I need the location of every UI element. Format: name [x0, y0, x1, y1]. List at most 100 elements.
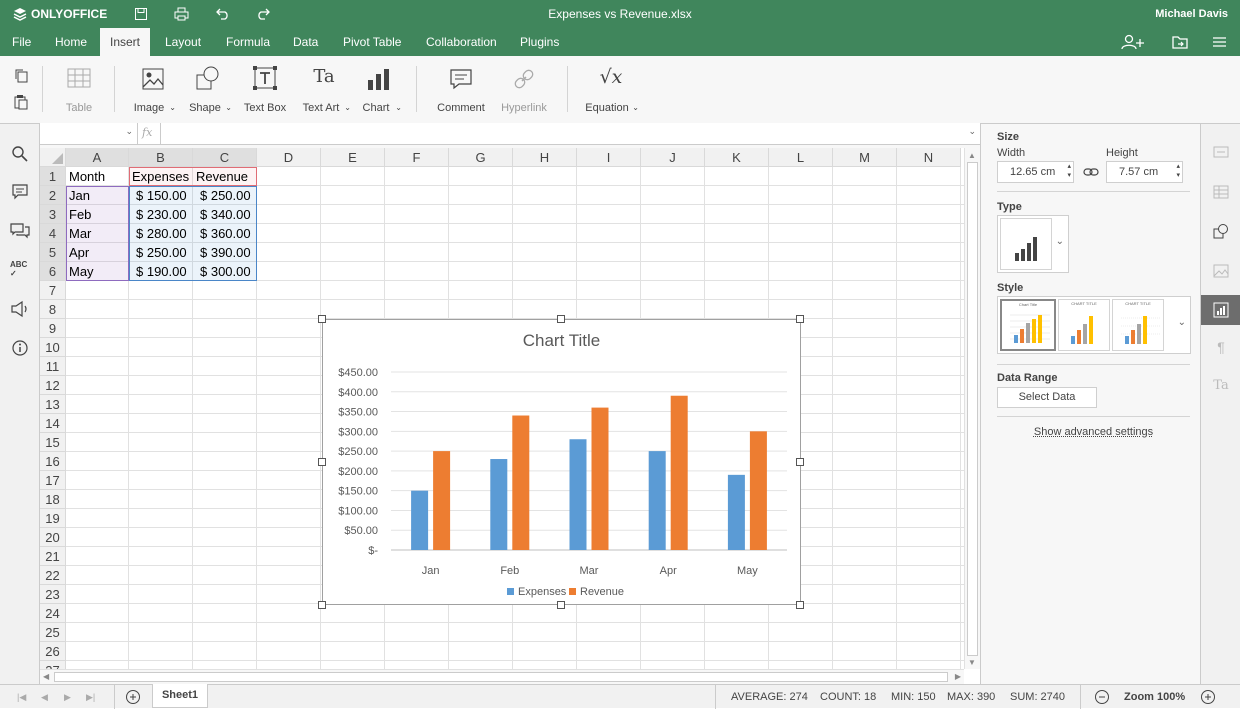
chevron-down-icon[interactable]: ⌄: [125, 126, 133, 137]
chart-resize-handle-nw[interactable]: [318, 315, 326, 323]
search-icon[interactable]: [10, 144, 30, 164]
column-header[interactable]: C: [193, 148, 257, 167]
row-header[interactable]: 14: [40, 414, 66, 433]
row-header[interactable]: 18: [40, 490, 66, 509]
feedback-icon[interactable]: [10, 299, 30, 319]
vertical-scroll-thumb[interactable]: [967, 162, 978, 656]
cell[interactable]: Expenses: [130, 167, 192, 186]
horizontal-scrollbar[interactable]: ◀ ▶: [40, 669, 964, 684]
insert-shape-button[interactable]: Shape ⌄: [184, 64, 234, 114]
sheet-tab[interactable]: Sheet1: [152, 684, 208, 708]
formula-input[interactable]: ⌄: [160, 123, 980, 145]
paragraph-settings-icon[interactable]: ¶: [1211, 339, 1231, 359]
spin-down-icon[interactable]: ▾: [1067, 171, 1071, 181]
row-header[interactable]: 8: [40, 300, 66, 319]
user-name[interactable]: Michael Davis: [1155, 8, 1228, 20]
chart-resize-handle-n[interactable]: [557, 315, 565, 323]
row-header[interactable]: 23: [40, 585, 66, 604]
zoom-in-icon[interactable]: [1200, 689, 1216, 705]
row-header[interactable]: 15: [40, 433, 66, 452]
row-header[interactable]: 9: [40, 319, 66, 338]
chart-resize-handle-ne[interactable]: [796, 315, 804, 323]
insert-comment-button[interactable]: Comment: [434, 64, 488, 114]
scroll-up-icon[interactable]: ▲: [968, 151, 976, 160]
select-all-corner[interactable]: [40, 148, 66, 167]
column-header[interactable]: H: [513, 148, 577, 167]
cell[interactable]: $ 150.00: [130, 186, 192, 205]
insert-equation-button[interactable]: √x Equation ⌄: [582, 64, 640, 114]
text-art-settings-icon[interactable]: Ta: [1211, 378, 1231, 398]
tab-formula[interactable]: Formula: [216, 28, 280, 56]
row-header[interactable]: 13: [40, 395, 66, 414]
insert-hyperlink-button[interactable]: Hyperlink: [496, 64, 552, 114]
chart-resize-handle-w[interactable]: [318, 458, 326, 466]
row-header[interactable]: 4: [40, 224, 66, 243]
cell[interactable]: $ 390.00: [194, 243, 256, 262]
cell[interactable]: Mar: [67, 224, 128, 243]
row-header[interactable]: 3: [40, 205, 66, 224]
cell[interactable]: May: [67, 262, 128, 281]
cell[interactable]: Jan: [67, 186, 128, 205]
row-header[interactable]: 11: [40, 357, 66, 376]
chevron-down-icon[interactable]: ⌄: [968, 126, 976, 137]
tab-layout[interactable]: Layout: [155, 28, 211, 56]
row-header[interactable]: 19: [40, 509, 66, 528]
chart-type-picker[interactable]: ⌄: [997, 215, 1069, 273]
row-header[interactable]: 7: [40, 281, 66, 300]
column-header[interactable]: L: [769, 148, 833, 167]
about-icon[interactable]: [10, 338, 30, 358]
open-location-icon[interactable]: [1172, 34, 1188, 50]
last-sheet-icon[interactable]: ▶|: [86, 685, 95, 709]
column-header[interactable]: D: [257, 148, 321, 167]
row-header[interactable]: 24: [40, 604, 66, 623]
tab-plugins[interactable]: Plugins: [510, 28, 569, 56]
shape-settings-icon[interactable]: [1211, 222, 1231, 242]
cell[interactable]: Month: [67, 167, 128, 186]
insert-chart-button[interactable]: Chart ⌄: [358, 64, 402, 114]
chart-object[interactable]: Chart Title $- $50.00 $100.00 $150.00 $200.0…: [322, 319, 801, 605]
column-header[interactable]: E: [321, 148, 385, 167]
row-header[interactable]: 17: [40, 471, 66, 490]
cell-settings-icon[interactable]: [1211, 142, 1231, 162]
cell[interactable]: Revenue: [194, 167, 256, 186]
column-header[interactable]: A: [66, 148, 129, 167]
scroll-right-icon[interactable]: ▶: [955, 672, 961, 681]
scroll-left-icon[interactable]: ◀: [43, 672, 49, 681]
chevron-down-icon[interactable]: ⌄: [1178, 317, 1186, 328]
name-box[interactable]: ⌄: [40, 123, 138, 145]
cell[interactable]: $ 230.00: [130, 205, 192, 224]
first-sheet-icon[interactable]: |◀: [17, 685, 26, 709]
add-user-icon[interactable]: [1121, 34, 1147, 50]
spellcheck-icon[interactable]: ABC ✓: [10, 260, 30, 280]
tab-insert[interactable]: Insert: [100, 28, 151, 56]
chat-icon[interactable]: [10, 221, 30, 241]
column-header[interactable]: I: [577, 148, 641, 167]
chart-settings-tab[interactable]: [1201, 295, 1240, 325]
row-header[interactable]: 16: [40, 452, 66, 471]
insert-table-button[interactable]: Table: [58, 64, 100, 114]
chart-resize-handle-se[interactable]: [796, 601, 804, 609]
tab-pivot-table[interactable]: Pivot Table: [333, 28, 411, 56]
save-icon[interactable]: [134, 7, 148, 21]
column-header[interactable]: K: [705, 148, 769, 167]
tab-file[interactable]: File: [2, 28, 41, 56]
row-header[interactable]: 21: [40, 547, 66, 566]
hamburger-menu-icon[interactable]: [1212, 36, 1227, 48]
column-header[interactable]: J: [641, 148, 705, 167]
select-data-button[interactable]: Select Data: [997, 387, 1097, 408]
print-icon[interactable]: [174, 7, 189, 21]
column-header[interactable]: B: [129, 148, 193, 167]
chart-style-picker[interactable]: Chart Title CHART TITLE CHART TITLE ⌄: [997, 296, 1191, 354]
tab-collaboration[interactable]: Collaboration: [416, 28, 507, 56]
chart-resize-handle-s[interactable]: [557, 601, 565, 609]
insert-text-art-button[interactable]: Ta Text Art ⌄: [297, 64, 353, 114]
cell[interactable]: $ 250.00: [194, 186, 256, 205]
column-header[interactable]: N: [897, 148, 961, 167]
cell[interactable]: $ 300.00: [194, 262, 256, 281]
table-settings-icon[interactable]: [1211, 182, 1231, 202]
undo-icon[interactable]: [215, 8, 230, 20]
function-icon[interactable]: fx: [142, 126, 160, 139]
row-header[interactable]: 5: [40, 243, 66, 262]
cell[interactable]: $ 340.00: [194, 205, 256, 224]
chevron-down-icon[interactable]: ⌄: [1056, 236, 1064, 247]
